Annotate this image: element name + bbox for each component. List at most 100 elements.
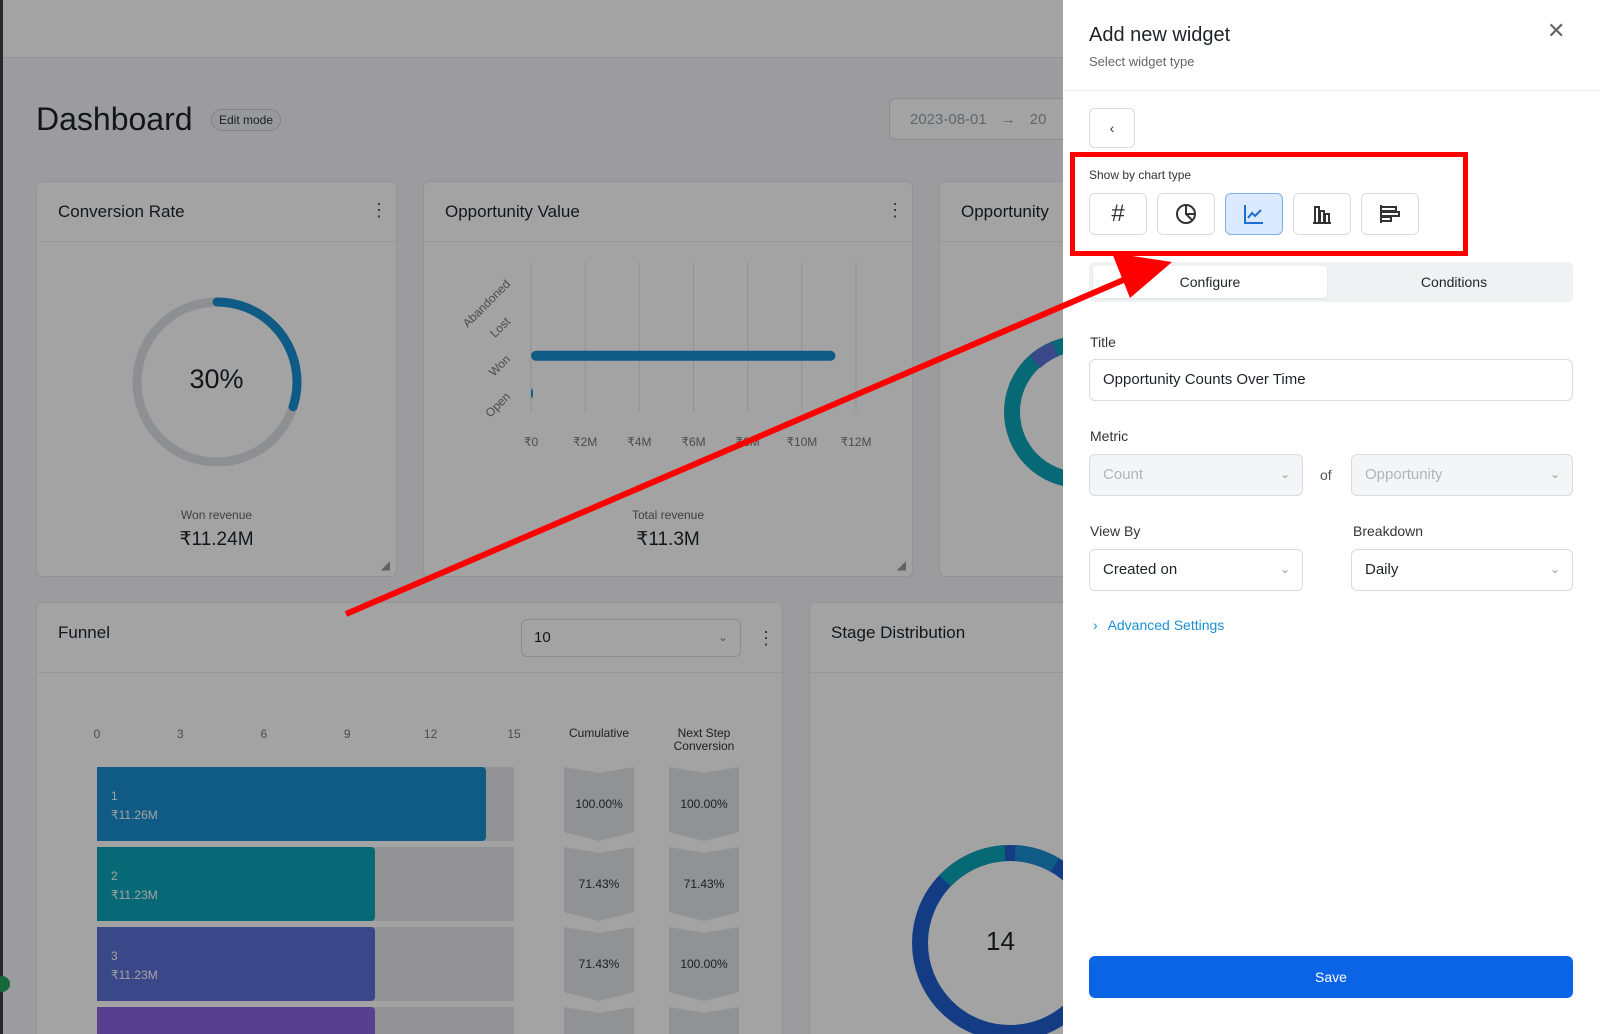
kebab-menu-icon[interactable]: ⋮ <box>757 629 775 647</box>
metric-label: Metric <box>1090 428 1129 444</box>
metric-object-select[interactable]: Opportunity ⌄ <box>1351 454 1573 496</box>
breakdown-value: Daily <box>1365 561 1399 578</box>
funnel-count-select[interactable]: 10 ⌄ <box>521 619 741 657</box>
funnel-x-tick: 15 <box>507 727 521 741</box>
pie-chart-icon <box>1176 204 1196 224</box>
divider <box>1063 90 1600 91</box>
total-revenue-label: Total revenue <box>631 508 705 522</box>
card-header: Conversion Rate ⋮ <box>37 182 396 242</box>
metric-object-value: Opportunity <box>1365 466 1443 483</box>
metric-value: Count <box>1103 466 1144 483</box>
next-step-cell <box>669 1007 739 1034</box>
metric-select[interactable]: Count ⌄ <box>1089 454 1303 496</box>
opportunity-value-chart: ₹0 ₹2M ₹4M ₹6M ₹8M ₹10M ₹12MAbandonedLostWonOp… <box>460 262 871 449</box>
funnel-bar[interactable] <box>97 1007 375 1034</box>
panel-subtitle: Select widget type <box>1089 54 1195 69</box>
horizontal-bar-chart-button[interactable] <box>1361 193 1419 235</box>
chevron-down-icon: ⌄ <box>1279 467 1290 481</box>
funnel-card: Funnel 10 ⌄ ⋮ Cumulative Next Step Conve… <box>36 602 783 1034</box>
donut-segment <box>1029 341 1059 369</box>
card-header: Funnel 10 ⌄ ⋮ <box>37 603 782 673</box>
card-title: Opportunity Value <box>445 202 580 221</box>
won-revenue-value: ₹11.24M <box>179 529 254 550</box>
dashboard-app: Dashboard Edit mode 2023-08-01 → 20 Conv… <box>0 0 1600 1034</box>
bar-chart-icon <box>1313 206 1331 224</box>
title-label: Title <box>1090 334 1116 350</box>
back-button[interactable]: ‹ <box>1089 108 1135 148</box>
cumulative-header: Cumulative <box>568 726 630 740</box>
panel-title: Add new widget <box>1089 24 1231 46</box>
x-tick-label: ₹6M <box>681 435 705 449</box>
next-step-cell: 100.00% <box>669 767 739 841</box>
edit-mode-badge[interactable]: Edit mode <box>211 109 282 131</box>
resize-handle-icon[interactable]: ◢ <box>381 558 390 572</box>
bar[interactable] <box>531 350 836 361</box>
won-revenue-label: Won revenue <box>180 508 253 522</box>
chevron-down-icon: ⌄ <box>1549 467 1560 481</box>
y-category-label: Won <box>486 352 513 379</box>
title-input[interactable]: Opportunity Counts Over Time <box>1089 359 1573 401</box>
breakdown-label: Breakdown <box>1353 523 1424 539</box>
funnel-x-tick: 0 <box>93 727 101 741</box>
of-label: of <box>1320 467 1332 483</box>
view-by-value: Created on <box>1103 561 1178 578</box>
panel-tabs: Configure Conditions <box>1089 262 1573 302</box>
funnel-bar[interactable]: 3 ₹11.23M <box>97 927 375 1001</box>
number-widget-button[interactable]: # <box>1089 193 1147 235</box>
stage-total: 14 <box>986 926 1015 956</box>
page-title: Dashboard <box>36 101 193 137</box>
funnel-amount-label: ₹11.23M <box>111 968 158 982</box>
funnel-x-tick: 6 <box>260 727 268 741</box>
breakdown-select[interactable]: Daily ⌄ <box>1351 549 1573 591</box>
donut-segment <box>939 845 1006 887</box>
card-title: Opportunity <box>961 202 1049 221</box>
funnel-amount-label: ₹11.23M <box>111 888 158 902</box>
tab-configure[interactable]: Configure <box>1093 266 1327 298</box>
chevron-down-icon: ⌄ <box>1549 562 1560 576</box>
kebab-menu-icon[interactable]: ⋮ <box>886 201 904 219</box>
card-title: Conversion Rate <box>58 202 185 221</box>
bar-chart-button[interactable] <box>1293 193 1351 235</box>
funnel-x-tick: 9 <box>343 727 351 741</box>
date-to: 20 <box>1029 110 1047 128</box>
next-step-header-line2: Conversion <box>673 739 735 753</box>
funnel-count-value: 10 <box>534 629 551 646</box>
funnel-bar[interactable]: 1 ₹11.26M <box>97 767 487 841</box>
tab-conditions[interactable]: Conditions <box>1337 266 1571 298</box>
save-button[interactable]: Save <box>1089 956 1573 998</box>
status-indicator <box>0 976 10 992</box>
donut-segment <box>1014 845 1060 873</box>
chevron-right-icon: › <box>1093 617 1098 633</box>
next-step-cell: 100.00% <box>669 927 739 1001</box>
line-chart-button[interactable] <box>1225 193 1283 235</box>
funnel-x-tick: 3 <box>177 727 184 741</box>
card-title: Stage Distribution <box>831 623 966 642</box>
chevron-down-icon: ⌄ <box>717 630 728 644</box>
chart-type-label: Show by chart type <box>1089 168 1192 182</box>
kebab-menu-icon[interactable]: ⋮ <box>370 201 388 219</box>
funnel-stage-label: 1 <box>111 789 118 803</box>
x-tick-label: ₹0 <box>524 435 539 449</box>
add-widget-panel: Add new widget Select widget type ✕ ‹ Sh… <box>1063 0 1600 1034</box>
bar[interactable] <box>531 388 533 399</box>
cumulative-cell: 71.43% <box>564 927 634 1001</box>
conversion-rate-card: Conversion Rate ⋮ 30% Won revenue ₹11.24… <box>36 181 397 577</box>
funnel-bar[interactable]: 2 ₹11.23M <box>97 847 375 921</box>
gauge-percent: 30% <box>189 364 244 394</box>
next-step-cell: 71.43% <box>669 847 739 921</box>
card-header: Opportunity Value ⋮ <box>424 182 912 242</box>
close-icon[interactable]: ✕ <box>1547 18 1565 44</box>
resize-handle-icon[interactable]: ◢ <box>897 558 906 572</box>
x-tick-label: ₹2M <box>573 435 597 449</box>
view-by-select[interactable]: Created on ⌄ <box>1089 549 1303 591</box>
horizontal-bar-chart-icon <box>1380 205 1400 223</box>
funnel-stage-label: 3 <box>111 949 118 963</box>
pie-chart-button[interactable] <box>1157 193 1215 235</box>
opportunity-value-card: Opportunity Value ⋮ ₹0 ₹2M ₹4M ₹6M ₹8M ₹10M ₹1… <box>423 181 913 577</box>
cumulative-cell: 71.43% <box>564 847 634 921</box>
arrow-right-icon: → <box>1000 110 1016 128</box>
cumulative-cell: 100.00% <box>564 767 634 841</box>
y-category-label: Open <box>482 389 513 420</box>
advanced-settings-link[interactable]: › Advanced Settings <box>1093 617 1224 633</box>
left-edge <box>0 0 3 1034</box>
